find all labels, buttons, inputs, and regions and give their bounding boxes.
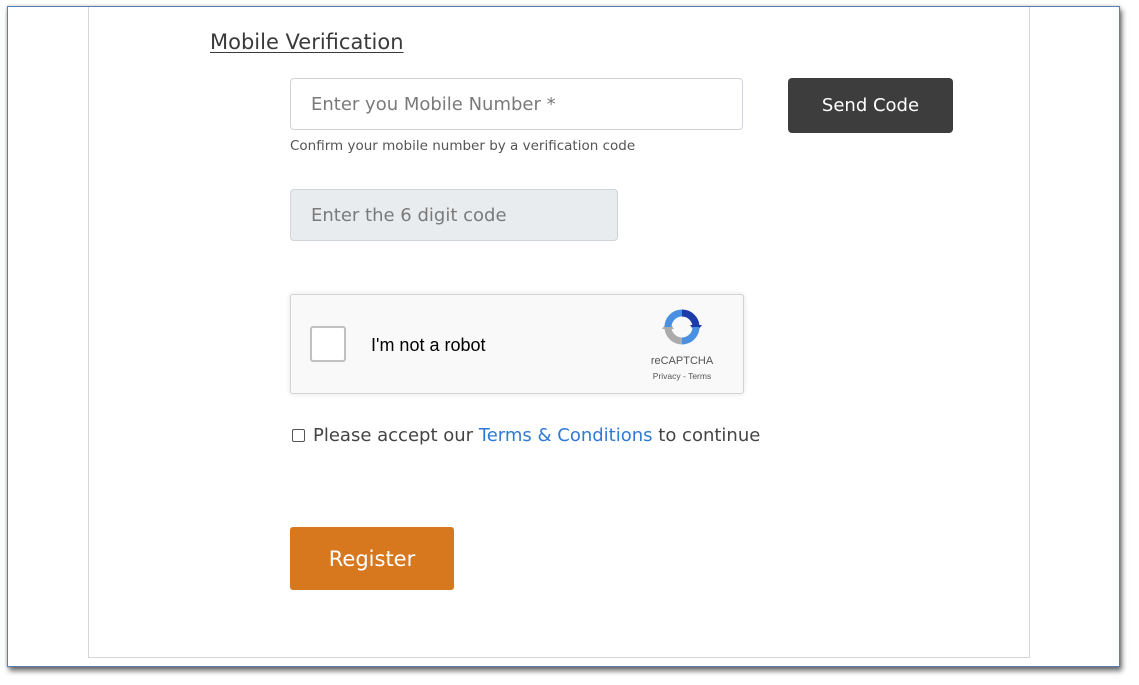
recaptcha-logo-icon [662, 309, 702, 345]
form-card: Mobile Verification Send Code Confirm yo… [88, 7, 1030, 658]
recaptcha-brand: reCAPTCHA [650, 355, 714, 367]
mobile-number-input[interactable] [290, 78, 743, 130]
terms-checkbox[interactable] [292, 429, 305, 442]
terms-link[interactable]: Terms & Conditions [479, 425, 653, 446]
register-button[interactable]: Register [290, 527, 454, 590]
terms-suffix: to continue [652, 425, 761, 446]
recaptcha-widget: I'm not a robot reCAPTCHA Privacy - Term… [290, 294, 744, 394]
recaptcha-privacy-terms[interactable]: Privacy - Terms [637, 371, 727, 381]
terms-prefix: Please accept our [313, 425, 479, 446]
recaptcha-label: I'm not a robot [371, 335, 486, 355]
terms-row: Please accept our Terms & Conditions to … [290, 425, 760, 446]
screenshot-frame: Mobile Verification Send Code Confirm yo… [7, 6, 1120, 667]
recaptcha-checkbox[interactable] [310, 326, 346, 362]
send-code-button[interactable]: Send Code [788, 78, 953, 133]
section-title: Mobile Verification [210, 30, 404, 54]
mobile-helper-text: Confirm your mobile number by a verifica… [290, 138, 636, 154]
verification-code-input[interactable] [290, 189, 618, 241]
